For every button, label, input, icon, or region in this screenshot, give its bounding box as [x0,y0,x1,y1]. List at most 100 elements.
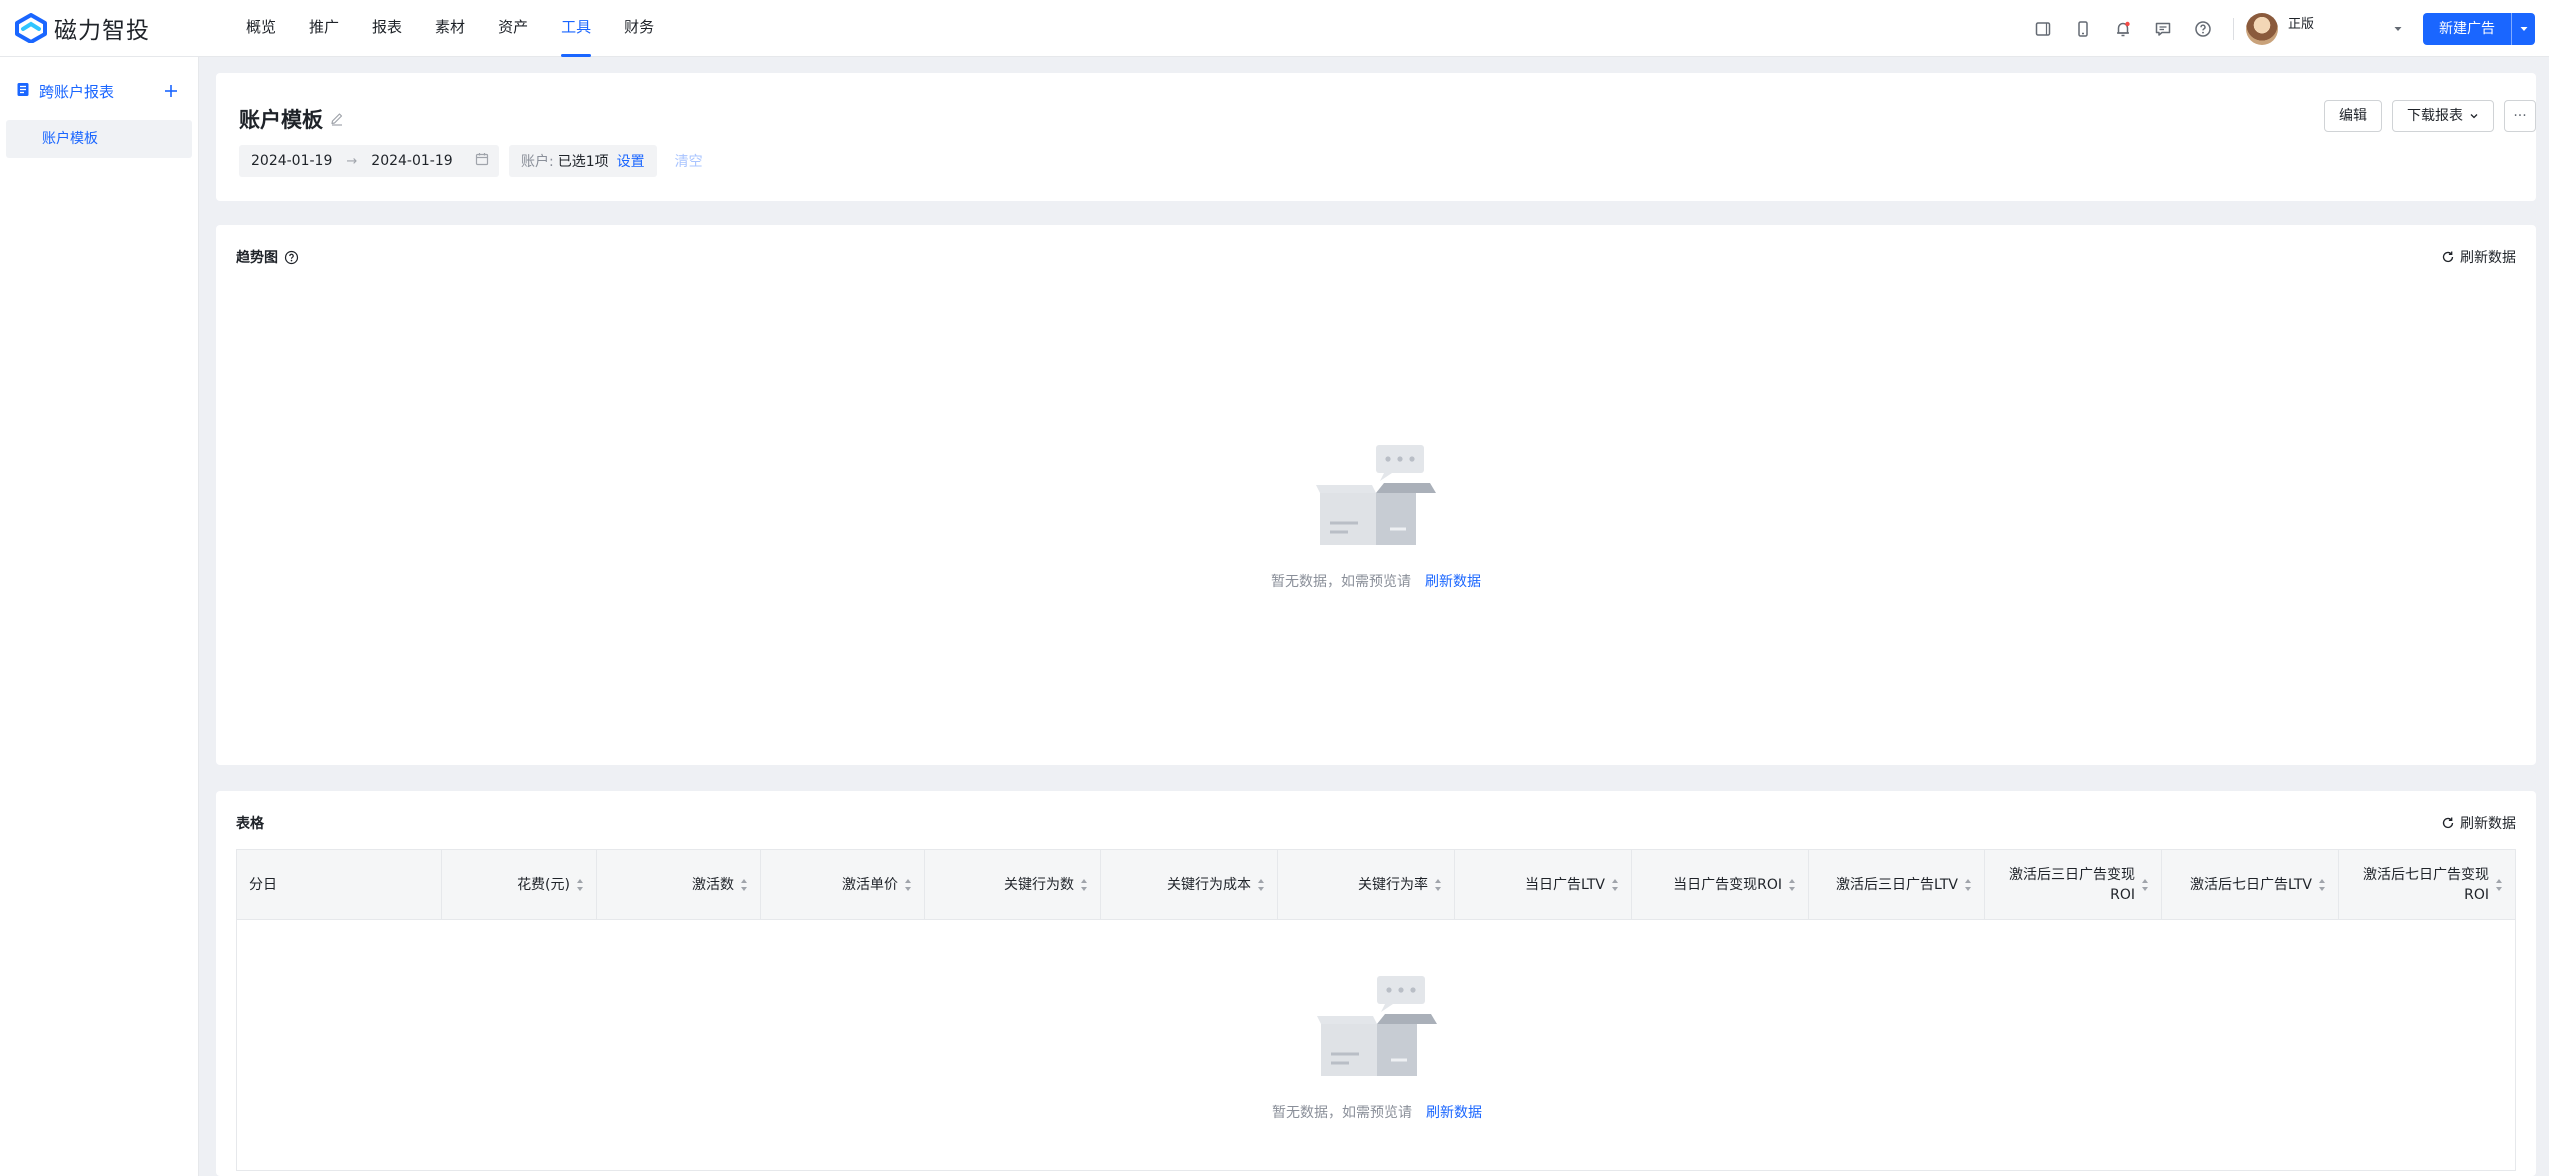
table-empty-text: 暂无数据，如需预览请 [1272,1105,1412,1121]
empty-box-icon [1314,443,1438,551]
column-header-3day-ltv[interactable]: 激活后三日广告LTV [1809,850,1985,920]
table-refresh-label: 刷新数据 [2460,816,2516,832]
date-end: 2024-01-19 [371,153,453,169]
sort-icon[interactable] [576,878,584,892]
table-empty-state: 暂无数据，如需预览请 刷新数据 [1227,974,1527,1122]
nav-item-materials[interactable]: 素材 [421,0,479,57]
new-ad-split-button: 新建广告 [2423,12,2535,45]
refresh-icon [2442,817,2454,829]
table-body: 暂无数据，如需预览请 刷新数据 [237,920,2515,1170]
sort-icon[interactable] [740,878,748,892]
sort-icon[interactable] [1080,878,1088,892]
add-template-button[interactable] [160,80,182,102]
sidebar-section-header: 跨账户报表 [0,74,198,108]
report-icon [16,82,31,101]
main-nav: 概览 推广 报表 素材 资产 工具 财务 [232,0,673,57]
table-header-row: 分日 花费(元) 激活数 激活单价 关键行为数 关键行为成本 关键行为率 当日广… [237,850,2515,920]
table-title: 表格 [236,816,264,832]
sidebar-section-label[interactable]: 跨账户报表 [39,81,114,102]
column-header-key-action-cost[interactable]: 关键行为成本 [1101,850,1278,920]
empty-box-icon [1315,974,1439,1082]
column-header-7day-roi[interactable]: 激活后七日广告变现ROI [2339,850,2515,920]
trend-empty-refresh-link[interactable]: 刷新数据 [1425,574,1481,590]
column-header-activations[interactable]: 激活数 [597,850,761,920]
refresh-icon [2442,251,2454,263]
column-header-activation-cost[interactable]: 激活单价 [761,850,925,920]
sort-icon[interactable] [1788,878,1796,892]
arrow-right-icon: → [346,153,358,169]
table-refresh-button[interactable]: 刷新数据 [2441,813,2516,833]
table-card: 表格 刷新数据 分日 花费(元) 激活数 激活单价 关键行为数 关键行为成本 关… [216,791,2536,1176]
edit-button[interactable]: 编辑 [2324,100,2382,132]
new-ad-button[interactable]: 新建广告 [2423,13,2511,45]
trend-title: 趋势图 [236,250,278,266]
nav-item-assets[interactable]: 资产 [484,0,542,57]
top-right-tools: 正版 新建广告 [2023,0,2535,57]
help-icon[interactable] [2183,9,2223,49]
sort-icon[interactable] [2318,878,2326,892]
bell-icon[interactable] [2103,9,2143,49]
sidebar: 跨账户报表 账户模板 [0,57,199,1176]
download-report-button[interactable]: 下载报表 [2392,100,2494,132]
trend-refresh-button[interactable]: 刷新数据 [2441,247,2516,267]
page-title-wrap: 账户模板 [239,104,345,134]
column-header-cost[interactable]: 花费(元) [442,850,597,920]
more-button[interactable]: ··· [2504,100,2536,132]
clear-filters-link[interactable]: 清空 [675,151,703,171]
question-icon[interactable] [284,250,299,265]
nav-item-finance[interactable]: 财务 [610,0,668,57]
trend-empty-text-wrap: 暂无数据，如需预览请 刷新数据 [1271,571,1481,591]
column-header-day-roi[interactable]: 当日广告变现ROI [1632,850,1809,920]
logo-icon [14,13,48,44]
date-range-picker[interactable]: 2024-01-19 → 2024-01-19 [239,145,499,177]
divider [2233,17,2234,40]
user-tag: 正版 [2288,17,2315,32]
top-bar: 磁力智投 概览 推广 报表 素材 资产 工具 财务 正版 新建广告 [0,0,2549,57]
column-header-7day-ltv[interactable]: 激活后七日广告LTV [2162,850,2339,920]
edit-title-icon[interactable] [329,111,345,127]
account-set-link[interactable]: 设置 [617,151,645,171]
mobile-icon[interactable] [2063,9,2103,49]
header-card [216,73,2536,201]
plus-icon [165,85,177,97]
sort-icon[interactable] [1257,878,1265,892]
nav-item-tools[interactable]: 工具 [547,0,605,57]
message-icon[interactable] [2143,9,2183,49]
logo[interactable]: 磁力智投 [14,11,204,45]
trend-refresh-label: 刷新数据 [2460,250,2516,266]
sort-icon[interactable] [2141,878,2149,892]
sort-icon[interactable] [2495,878,2503,892]
nav-item-reports[interactable]: 报表 [358,0,416,57]
column-header-key-actions[interactable]: 关键行为数 [925,850,1101,920]
table-empty-refresh-link[interactable]: 刷新数据 [1426,1105,1482,1121]
trend-title-wrap: 趋势图 [236,247,299,267]
sort-icon[interactable] [1611,878,1619,892]
account-filter-label: 账户: [521,154,554,170]
column-header-3day-roi[interactable]: 激活后三日广告变现ROI [1985,850,2162,920]
column-header-date: 分日 [237,850,442,920]
nav-item-overview[interactable]: 概览 [232,0,290,57]
sort-icon[interactable] [1434,878,1442,892]
header-actions: 编辑 下载报表 ··· [2324,100,2536,132]
sort-icon[interactable] [904,878,912,892]
app-name: 磁力智投 [54,18,150,44]
column-header-day-ltv[interactable]: 当日广告LTV [1455,850,1632,920]
sort-icon[interactable] [1964,878,1972,892]
calendar-icon [475,152,489,170]
download-report-label: 下载报表 [2407,108,2463,124]
sidebar-item-account-template[interactable]: 账户模板 [6,120,192,158]
new-ad-dropdown-button[interactable] [2511,12,2535,45]
trend-card: 趋势图 刷新数据 暂无数据，如需预览请 刷新数据 [216,225,2536,765]
chevron-down-icon[interactable] [2383,14,2413,44]
tablet-icon[interactable] [2023,9,2063,49]
trend-empty-text: 暂无数据，如需预览请 [1271,574,1411,590]
trend-empty-state: 暂无数据，如需预览请 刷新数据 [1226,443,1526,591]
chevron-down-icon [2470,114,2478,119]
date-start: 2024-01-19 [251,153,333,169]
nav-item-promotion[interactable]: 推广 [295,0,353,57]
avatar[interactable] [2246,12,2278,45]
data-table: 分日 花费(元) 激活数 激活单价 关键行为数 关键行为成本 关键行为率 当日广… [236,849,2516,1171]
page-title: 账户模板 [239,108,323,132]
account-filter-value: 已选1项 [557,154,609,170]
column-header-key-action-rate[interactable]: 关键行为率 [1278,850,1455,920]
